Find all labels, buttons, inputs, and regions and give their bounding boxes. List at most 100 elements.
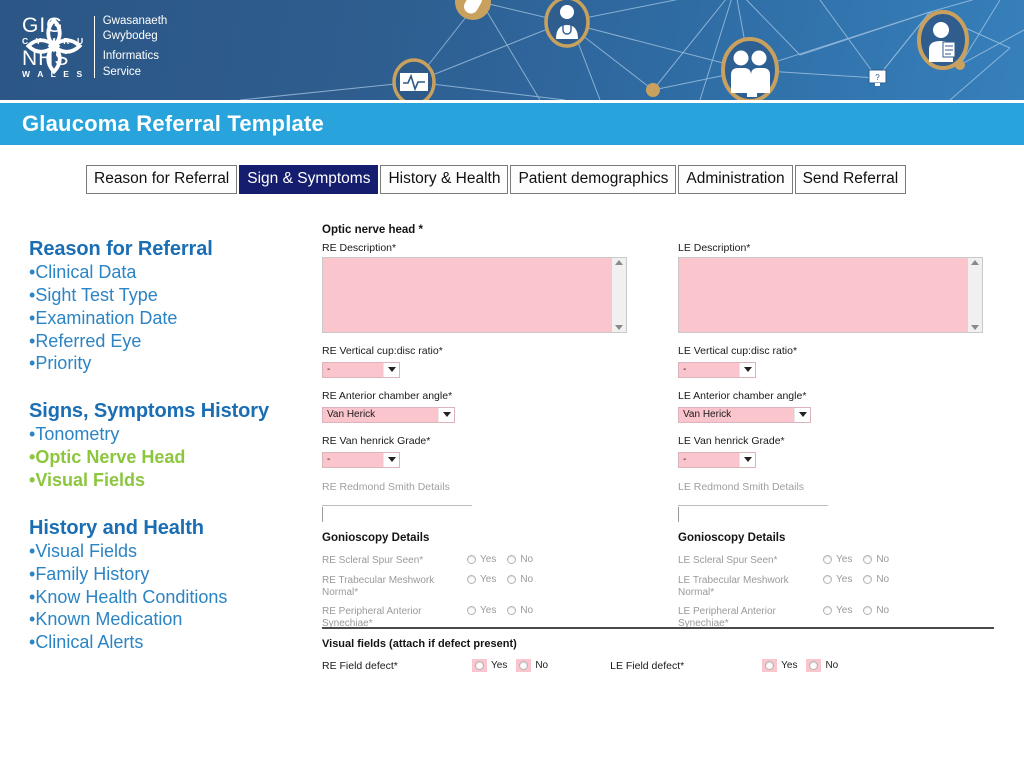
logo-service-line-1: Gwasanaeth <box>102 15 168 27</box>
re-cup-disc-select[interactable]: - <box>322 361 400 378</box>
section-divider <box>322 627 994 629</box>
re-field-defect-yes[interactable]: Yes <box>472 659 507 672</box>
re-anterior-angle-select[interactable]: Van Herick <box>322 406 455 423</box>
le-scleral-spur-no[interactable]: No <box>863 554 889 565</box>
re-gonioscopy-title: Gonioscopy Details <box>322 532 430 545</box>
radio-icon[interactable] <box>467 555 476 565</box>
re-peripheral-synechiae-yes[interactable]: Yes <box>467 605 496 616</box>
tab-patient-demographics[interactable]: Patient demographics <box>510 165 677 194</box>
outline-group-signs-symptoms-history: Signs, Symptoms History •Tonometry •Opti… <box>29 400 319 492</box>
re-cup-disc-label: RE Vertical cup:disc ratio* <box>322 344 443 357</box>
re-description-textarea[interactable] <box>322 256 627 333</box>
radio-icon[interactable] <box>823 574 832 584</box>
logo-service-line-4: Service <box>102 65 142 78</box>
radio-icon[interactable] <box>863 606 873 616</box>
radio-icon[interactable] <box>863 574 873 584</box>
clipboard-person-icon <box>917 10 969 70</box>
le-trabecular-meshwork-label: LE Trabecular Meshwork Normal* <box>678 574 789 598</box>
outline-item-visual-fields-history: •Visual Fields <box>29 540 138 561</box>
re-description-scrollbar[interactable] <box>611 257 626 332</box>
outline-item-examination-date: •Examination Date <box>29 307 178 328</box>
re-peripheral-synechiae-no[interactable]: No <box>507 605 533 616</box>
outline-item-priority: •Priority <box>29 353 92 374</box>
radio-icon[interactable] <box>507 555 517 565</box>
radio-icon[interactable] <box>765 661 775 670</box>
re-scleral-spur-row: RE Scleral Spur Seen* Yes No <box>322 554 652 567</box>
re-scleral-spur-no[interactable]: No <box>507 554 533 565</box>
radio-icon[interactable] <box>823 555 832 565</box>
pink-highlight <box>762 659 778 672</box>
chevron-down-icon[interactable] <box>739 362 755 377</box>
tab-send-referral[interactable]: Send Referral <box>794 165 907 194</box>
re-anterior-angle-label: RE Anterior chamber angle* <box>322 389 453 402</box>
right-eye-column: RE Description* RE Vertical cup:disc rat… <box>322 242 652 630</box>
le-anterior-angle-label: LE Anterior chamber angle* <box>678 389 807 402</box>
re-description-input[interactable] <box>323 257 611 332</box>
le-field-defect-yes[interactable]: Yes <box>762 659 797 672</box>
le-cup-disc-label: LE Vertical cup:disc ratio* <box>678 344 798 357</box>
tab-reason-for-referral[interactable]: Reason for Referral <box>86 165 238 194</box>
chevron-down-icon[interactable] <box>383 452 399 467</box>
radio-icon[interactable] <box>467 606 476 616</box>
chevron-down-icon[interactable] <box>438 407 454 422</box>
radio-icon[interactable] <box>863 555 873 565</box>
le-peripheral-synechiae-no[interactable]: No <box>863 605 889 616</box>
chevron-down-icon[interactable] <box>739 452 755 467</box>
re-description-label: RE Description* <box>322 242 397 254</box>
tab-administration[interactable]: Administration <box>678 165 793 194</box>
le-field-defect-no[interactable]: No <box>806 659 838 672</box>
re-trabecular-meshwork-no[interactable]: No <box>507 574 533 585</box>
scroll-up-icon[interactable] <box>615 259 623 265</box>
radio-icon[interactable] <box>507 606 517 616</box>
visual-fields-section: Visual fields (attach if defect present)… <box>322 638 994 672</box>
le-scleral-spur-row: LE Scleral Spur Seen* Yes No <box>678 554 1008 567</box>
tab-sign-and-symptoms[interactable]: Sign & Symptoms <box>239 165 379 194</box>
logo-service-line-2: Gwybodeg <box>102 30 158 43</box>
outline-item-know-health-conditions: •Know Health Conditions <box>29 586 228 607</box>
radio-icon[interactable] <box>507 574 517 584</box>
re-scleral-spur-yes[interactable]: Yes <box>467 554 496 565</box>
page-title-bar: Glaucoma Referral Template <box>0 103 1024 145</box>
le-description-scrollbar[interactable] <box>967 257 982 332</box>
le-anterior-angle-select[interactable]: Van Herick <box>678 406 811 423</box>
outline-heading-signs-symptoms-history: Signs, Symptoms History <box>29 400 269 423</box>
le-trabecular-meshwork-no[interactable]: No <box>863 574 889 585</box>
outline-item-visual-fields: •Visual Fields <box>29 470 146 491</box>
radio-icon[interactable] <box>467 574 476 584</box>
le-redmond-input[interactable] <box>678 507 680 523</box>
scroll-up-icon[interactable] <box>971 259 979 265</box>
re-redmond-underline <box>322 495 472 507</box>
re-field-defect-label: RE Field defect* <box>322 659 398 672</box>
le-trabecular-meshwork-row: LE Trabecular Meshwork Normal* Yes No <box>678 574 1008 599</box>
pill-icon <box>455 0 491 20</box>
scroll-down-icon[interactable] <box>971 324 979 330</box>
nhs-celtic-knot-icon <box>25 17 83 75</box>
le-van-henrick-select[interactable]: - <box>678 451 756 468</box>
le-description-textarea[interactable] <box>678 256 983 333</box>
le-scleral-spur-yes[interactable]: Yes <box>823 554 852 565</box>
le-van-henrick-label: LE Van henrick Grade* <box>678 434 785 447</box>
radio-icon[interactable] <box>823 606 832 616</box>
chevron-down-icon[interactable] <box>794 407 810 422</box>
le-scleral-spur-label: LE Scleral Spur Seen* <box>678 555 778 567</box>
scroll-down-icon[interactable] <box>615 324 623 330</box>
chevron-down-icon[interactable] <box>383 362 399 377</box>
optic-nerve-head-form: Optic nerve head * RE Description* RE Ve… <box>322 224 1012 694</box>
radio-icon[interactable] <box>475 661 484 670</box>
radio-icon[interactable] <box>809 661 819 670</box>
le-cup-disc-select[interactable]: - <box>678 361 756 378</box>
le-description-input[interactable] <box>679 257 967 332</box>
outline-heading-history-and-health: History and Health <box>29 516 204 539</box>
le-van-henrick-value: - <box>683 454 687 466</box>
radio-icon[interactable] <box>519 661 529 670</box>
tab-history-and-health[interactable]: History & Health <box>380 165 509 194</box>
re-field-defect-no[interactable]: No <box>516 659 548 672</box>
logo-service-line-3: Informatics <box>102 50 159 63</box>
re-trabecular-meshwork-label: RE Trabecular Meshwork Normal* <box>322 574 435 598</box>
le-trabecular-meshwork-yes[interactable]: Yes <box>823 574 852 585</box>
re-trabecular-meshwork-yes[interactable]: Yes <box>467 574 496 585</box>
le-peripheral-synechiae-yes[interactable]: Yes <box>823 605 852 616</box>
re-van-henrick-select[interactable]: - <box>322 451 400 468</box>
pink-highlight <box>806 659 822 672</box>
re-redmond-input[interactable] <box>322 507 324 523</box>
